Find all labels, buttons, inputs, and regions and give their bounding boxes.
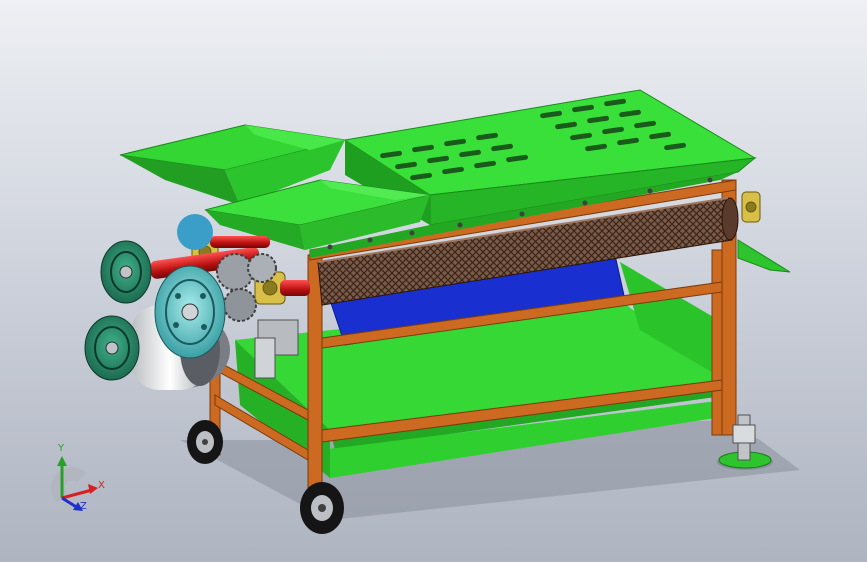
caster-wheel-front xyxy=(300,482,344,534)
axis-label-x: X xyxy=(98,480,105,491)
axis-label-z: Z xyxy=(80,501,87,512)
pulley-upper-left xyxy=(100,240,152,304)
discharge-chute xyxy=(737,239,791,273)
axis-label-y: Y xyxy=(58,443,65,454)
pulley-main xyxy=(154,265,226,359)
machine-render xyxy=(50,89,800,534)
caster-wheel-back xyxy=(187,420,223,464)
cad-viewport[interactable]: Y X Z xyxy=(0,0,867,562)
pulley-lower-left xyxy=(84,315,140,381)
coordinate-triad xyxy=(50,456,98,511)
